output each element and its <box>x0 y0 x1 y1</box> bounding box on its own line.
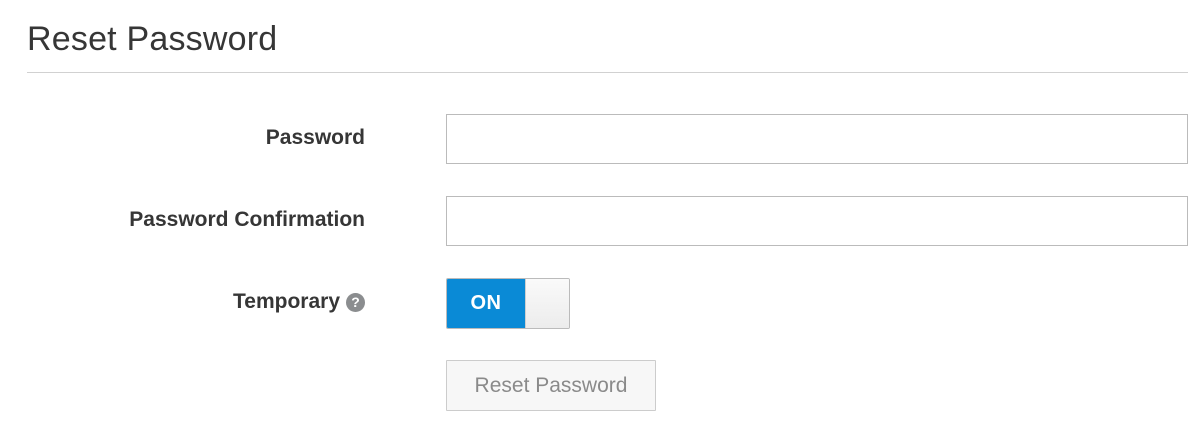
password-confirmation-label: Password Confirmation <box>129 208 365 232</box>
page-title: Reset Password <box>27 20 278 58</box>
toggle-on-label: ON <box>447 279 525 328</box>
question-circle-icon[interactable]: ? <box>346 292 365 312</box>
temporary-label: Temporary ? <box>233 290 365 314</box>
toggle-handle[interactable] <box>525 279 569 328</box>
reset-password-page: Reset Password Password Password Confirm… <box>0 0 1188 444</box>
title-divider <box>27 72 1188 73</box>
temporary-toggle[interactable]: ON <box>446 278 570 329</box>
password-confirmation-input[interactable] <box>446 196 1188 246</box>
temporary-label-text: Temporary <box>233 290 340 313</box>
password-label-text: Password <box>265 126 365 149</box>
password-confirmation-label-text: Password Confirmation <box>129 208 365 231</box>
password-label: Password <box>266 126 365 150</box>
reset-password-button[interactable]: Reset Password <box>446 360 656 411</box>
password-input[interactable] <box>446 114 1188 164</box>
